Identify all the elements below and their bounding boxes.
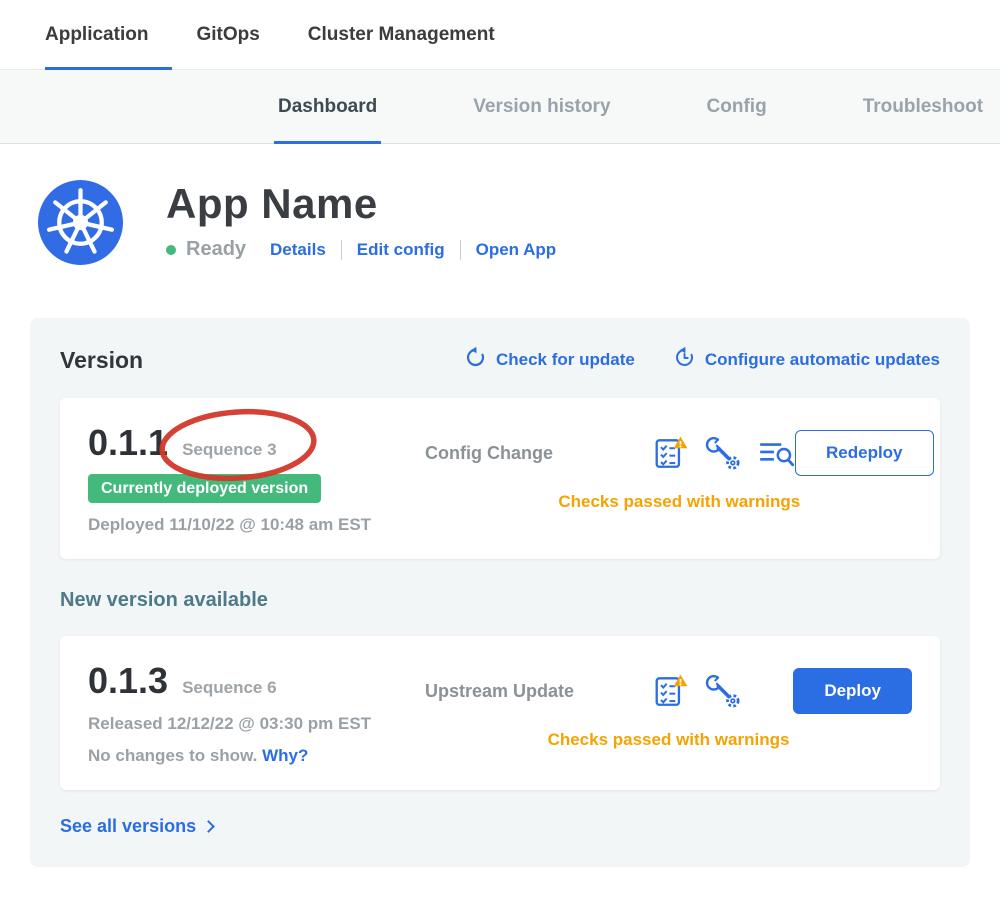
preflight-checks-icon[interactable]	[653, 673, 689, 709]
new-version-icons	[653, 673, 741, 709]
status-dot-icon	[166, 245, 176, 255]
no-changes-text: No changes to show.	[88, 746, 257, 765]
configure-automatic-updates-label: Configure automatic updates	[705, 350, 940, 370]
edit-config-link[interactable]: Edit config	[357, 240, 445, 260]
deploy-button[interactable]: Deploy	[793, 668, 912, 714]
version-panel-title: Version	[60, 347, 143, 374]
version-panel: Version Check for update Configure autom…	[30, 318, 970, 867]
currently-deployed-badge: Currently deployed version	[88, 474, 321, 503]
top-nav: Application GitOps Cluster Management	[0, 0, 1000, 70]
redeploy-button[interactable]: Redeploy	[795, 430, 934, 476]
current-checks-warning: Checks passed with warnings	[425, 492, 934, 512]
see-all-versions-link[interactable]: See all versions	[60, 816, 940, 837]
new-version-actions: Upstream Update	[425, 668, 912, 750]
tab-config[interactable]: Config	[707, 70, 767, 143]
new-version-card: 0.1.3 Sequence 6 Released 12/12/22 @ 03:…	[60, 636, 940, 790]
current-version-icons	[653, 435, 795, 471]
no-changes-line: No changes to show. Why?	[88, 746, 425, 766]
preflight-checks-icon[interactable]	[653, 435, 689, 471]
current-version-sequence: Sequence 3	[182, 440, 277, 460]
sub-nav: Dashboard Version history Config Trouble…	[0, 70, 1000, 144]
top-nav-item-application[interactable]: Application	[45, 0, 148, 69]
version-panel-header: Version Check for update Configure autom…	[60, 346, 940, 374]
wrench-gear-icon[interactable]	[705, 435, 741, 471]
current-version-actions: Config Change	[425, 430, 934, 512]
chevron-right-icon	[202, 820, 215, 833]
top-nav-item-cluster-management[interactable]: Cluster Management	[308, 0, 495, 69]
details-link[interactable]: Details	[270, 240, 326, 260]
current-version-number: 0.1.1	[88, 422, 168, 464]
configure-automatic-updates-link[interactable]: Configure automatic updates	[673, 346, 940, 374]
why-link[interactable]: Why?	[262, 746, 308, 765]
status-row: Ready Details Edit config Open App	[166, 238, 556, 261]
deployed-timestamp: Deployed 11/10/22 @ 10:48 am EST	[88, 515, 425, 535]
page-title: App Name	[166, 180, 556, 228]
separator	[460, 240, 461, 260]
tab-dashboard[interactable]: Dashboard	[278, 70, 377, 143]
current-version-card: 0.1.1 Sequence 3 Currently deployed vers…	[60, 398, 940, 559]
current-change-source: Config Change	[425, 443, 590, 464]
status-badge: Ready	[186, 238, 246, 261]
app-header-text: App Name Ready Details Edit config Open …	[166, 180, 556, 265]
top-nav-item-gitops[interactable]: GitOps	[196, 0, 259, 69]
new-version-number: 0.1.3	[88, 660, 168, 702]
new-version-available-heading: New version available	[60, 589, 940, 612]
new-change-source: Upstream Update	[425, 681, 590, 702]
see-all-versions-label: See all versions	[60, 816, 196, 837]
new-version-info: 0.1.3 Sequence 6 Released 12/12/22 @ 03:…	[88, 660, 425, 766]
open-app-link[interactable]: Open App	[476, 240, 557, 260]
check-for-update-label: Check for update	[496, 350, 635, 370]
wrench-gear-icon[interactable]	[705, 673, 741, 709]
released-timestamp: Released 12/12/22 @ 03:30 pm EST	[88, 714, 425, 734]
clock-refresh-icon	[673, 346, 696, 374]
tab-troubleshoot[interactable]: Troubleshoot	[863, 70, 983, 143]
diff-list-magnifier-icon[interactable]	[757, 437, 795, 469]
app-header: App Name Ready Details Edit config Open …	[0, 144, 1000, 265]
check-for-update-link[interactable]: Check for update	[464, 346, 635, 374]
current-version-info: 0.1.1 Sequence 3 Currently deployed vers…	[88, 422, 425, 535]
kubernetes-logo-icon	[38, 180, 123, 265]
refresh-icon	[464, 346, 487, 374]
new-checks-warning: Checks passed with warnings	[425, 730, 912, 750]
separator	[341, 240, 342, 260]
tab-version-history[interactable]: Version history	[473, 70, 610, 143]
new-version-sequence: Sequence 6	[182, 678, 277, 698]
